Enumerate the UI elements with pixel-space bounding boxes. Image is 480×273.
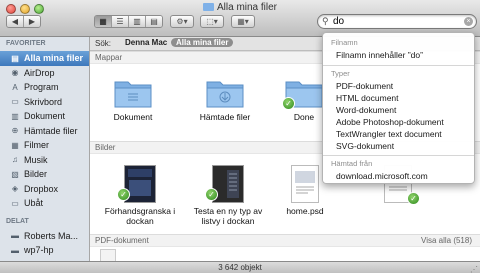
- window-title: Alla mina filer: [0, 2, 480, 13]
- menu-header-types: Typer: [331, 69, 350, 78]
- document-thumbnail: [291, 165, 319, 203]
- image-thumbnail: ✓: [205, 165, 244, 203]
- menu-item-type-svg[interactable]: SVG-dokument: [336, 141, 394, 151]
- share-button[interactable]: ⬚▾: [200, 15, 224, 28]
- menu-separator: [323, 155, 474, 156]
- all-files-icon: ▤: [11, 53, 19, 63]
- check-badge-icon: ✓: [282, 97, 295, 110]
- picture-item-list-view[interactable]: ✓ Testa en ny typ av listvy i dockan: [190, 165, 266, 226]
- scope-all-files-button[interactable]: Alla mina filer: [171, 38, 234, 47]
- forward-button[interactable]: ▶: [24, 16, 40, 27]
- menu-item-type-photoshop[interactable]: Adobe Photoshop-dokument: [336, 117, 444, 127]
- folder-icon: [202, 3, 214, 11]
- computer-icon: ▬: [11, 231, 19, 241]
- search-suggestions-menu: Filnamn Filnamn innehåller ”do” Typer PD…: [322, 32, 475, 184]
- folder-icon: [113, 77, 153, 109]
- scope-this-mac-button[interactable]: Denna Mac: [121, 38, 171, 47]
- search-icon: ⚲: [322, 16, 329, 26]
- clear-search-icon[interactable]: ×: [464, 17, 473, 26]
- sidebar-item-ubat[interactable]: ▭ Ubåt: [0, 196, 89, 211]
- arrange-button[interactable]: ▦▾: [231, 15, 255, 28]
- menu-item-source-microsoft[interactable]: download.microsoft.com: [336, 171, 428, 181]
- applications-icon: A: [12, 82, 18, 92]
- coverflow-view-button[interactable]: ▤: [146, 16, 162, 27]
- documents-icon: ▥: [11, 111, 19, 121]
- document-thumbnail: [100, 249, 116, 261]
- folder-icon: [205, 77, 245, 109]
- menu-item-type-textwrangler[interactable]: TextWrangler text document: [336, 129, 442, 139]
- action-button[interactable]: ⚙▾: [170, 15, 194, 28]
- folder-icon: ✓: [282, 77, 324, 110]
- sidebar-item-pictures[interactable]: ▧ Bilder: [0, 167, 89, 182]
- back-button[interactable]: ◀: [7, 16, 24, 27]
- sidebar-header-favorites: FAVORITER: [6, 40, 46, 47]
- folder-item-dokument[interactable]: Dokument: [98, 77, 168, 122]
- music-icon: ♫: [12, 155, 18, 165]
- search-field[interactable]: ⚲ do ×: [317, 14, 477, 29]
- computer-icon: ▬: [11, 245, 19, 255]
- scope-label: Sök:: [95, 39, 112, 48]
- list-view-button[interactable]: ☰: [112, 16, 129, 27]
- sidebar-item-music[interactable]: ♫ Musik: [0, 153, 89, 168]
- menu-separator: [323, 65, 474, 66]
- show-all-pdf-link[interactable]: Visa alla (518): [421, 236, 472, 245]
- menu-item-filename-contains[interactable]: Filnamn innehåller ”do”: [336, 50, 423, 60]
- airdrop-icon: ◉: [11, 68, 19, 78]
- menu-header-source: Hämtad från: [331, 159, 373, 168]
- menu-item-type-word[interactable]: Word-dokument: [336, 105, 396, 115]
- sidebar-item-all-files[interactable]: ▤ Alla mina filer: [0, 51, 89, 66]
- check-badge-icon: ✓: [205, 188, 218, 201]
- sidebar: FAVORITER ▤ Alla mina filer ◉ AirDrop A Pro…: [0, 37, 90, 261]
- sidebar-item-wp7-hp[interactable]: ▬ wp7-hp: [0, 243, 89, 258]
- icon-view-button[interactable]: ▦: [95, 16, 112, 27]
- image-thumbnail: ✓: [117, 165, 156, 203]
- nav-buttons: ◀ ▶: [6, 15, 41, 28]
- status-bar: 3 642 objekt ⋰: [0, 261, 480, 273]
- sidebar-item-documents[interactable]: ▥ Dokument: [0, 109, 89, 124]
- picture-item-preview-dock[interactable]: ✓ Förhandsgranska i dockan: [102, 165, 178, 226]
- downloads-icon: ⊕: [11, 126, 19, 136]
- sidebar-item-airdrop[interactable]: ◉ AirDrop: [0, 66, 89, 81]
- item-count: 3 642 objekt: [218, 263, 262, 272]
- sidebar-item-dropbox[interactable]: ◈ Dropbox: [0, 182, 89, 197]
- check-badge-icon: ✓: [407, 192, 420, 205]
- movies-icon: ▦: [11, 140, 19, 150]
- menu-item-type-html[interactable]: HTML document: [336, 93, 399, 103]
- folder-icon: ▭: [11, 198, 19, 208]
- sidebar-item-downloads[interactable]: ⊕ Hämtade filer: [0, 124, 89, 139]
- folder-item-downloads[interactable]: Hämtade filer: [190, 77, 260, 122]
- menu-item-type-pdf[interactable]: PDF-dokument: [336, 81, 393, 91]
- search-query[interactable]: do: [333, 16, 344, 27]
- sidebar-header-shared: DELAT: [6, 217, 29, 225]
- finder-window: Alla mina filer ◀ ▶ ▦ ☰ ▥ ▤ ⚙▾ ⬚▾ ▦▾ ⚲ d…: [0, 0, 480, 273]
- sidebar-item-applications[interactable]: A Program: [0, 80, 89, 95]
- pictures-icon: ▧: [11, 169, 19, 179]
- sidebar-item-roberts-mac[interactable]: ▬ Roberts Ma...: [0, 229, 89, 244]
- desktop-icon: ▭: [11, 97, 19, 107]
- dropbox-icon: ◈: [11, 184, 19, 194]
- check-badge-icon: ✓: [117, 188, 130, 201]
- column-view-button[interactable]: ▥: [129, 16, 146, 27]
- section-header-pdf: PDF-dokument Visa alla (518): [90, 234, 480, 247]
- resize-grip-icon[interactable]: ⋰: [470, 264, 478, 273]
- menu-header-filename: Filnamn: [331, 38, 358, 47]
- sidebar-item-desktop[interactable]: ▭ Skrivbord: [0, 95, 89, 110]
- view-switcher: ▦ ☰ ▥ ▤: [94, 15, 163, 28]
- sidebar-item-movies[interactable]: ▦ Filmer: [0, 138, 89, 153]
